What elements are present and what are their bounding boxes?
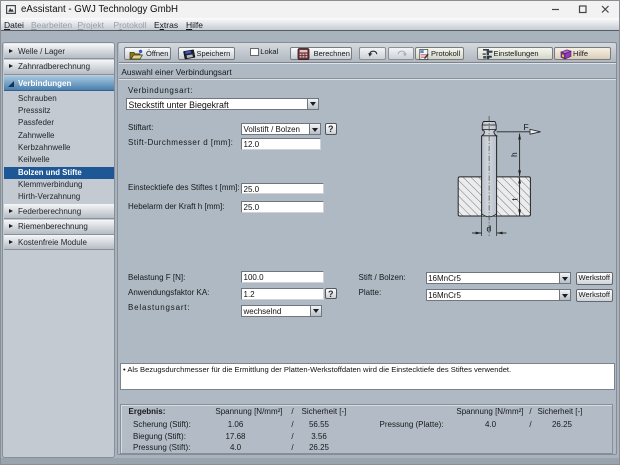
- svg-text:d: d: [487, 223, 492, 233]
- svg-text:h: h: [509, 152, 519, 157]
- svg-text:F: F: [524, 122, 529, 132]
